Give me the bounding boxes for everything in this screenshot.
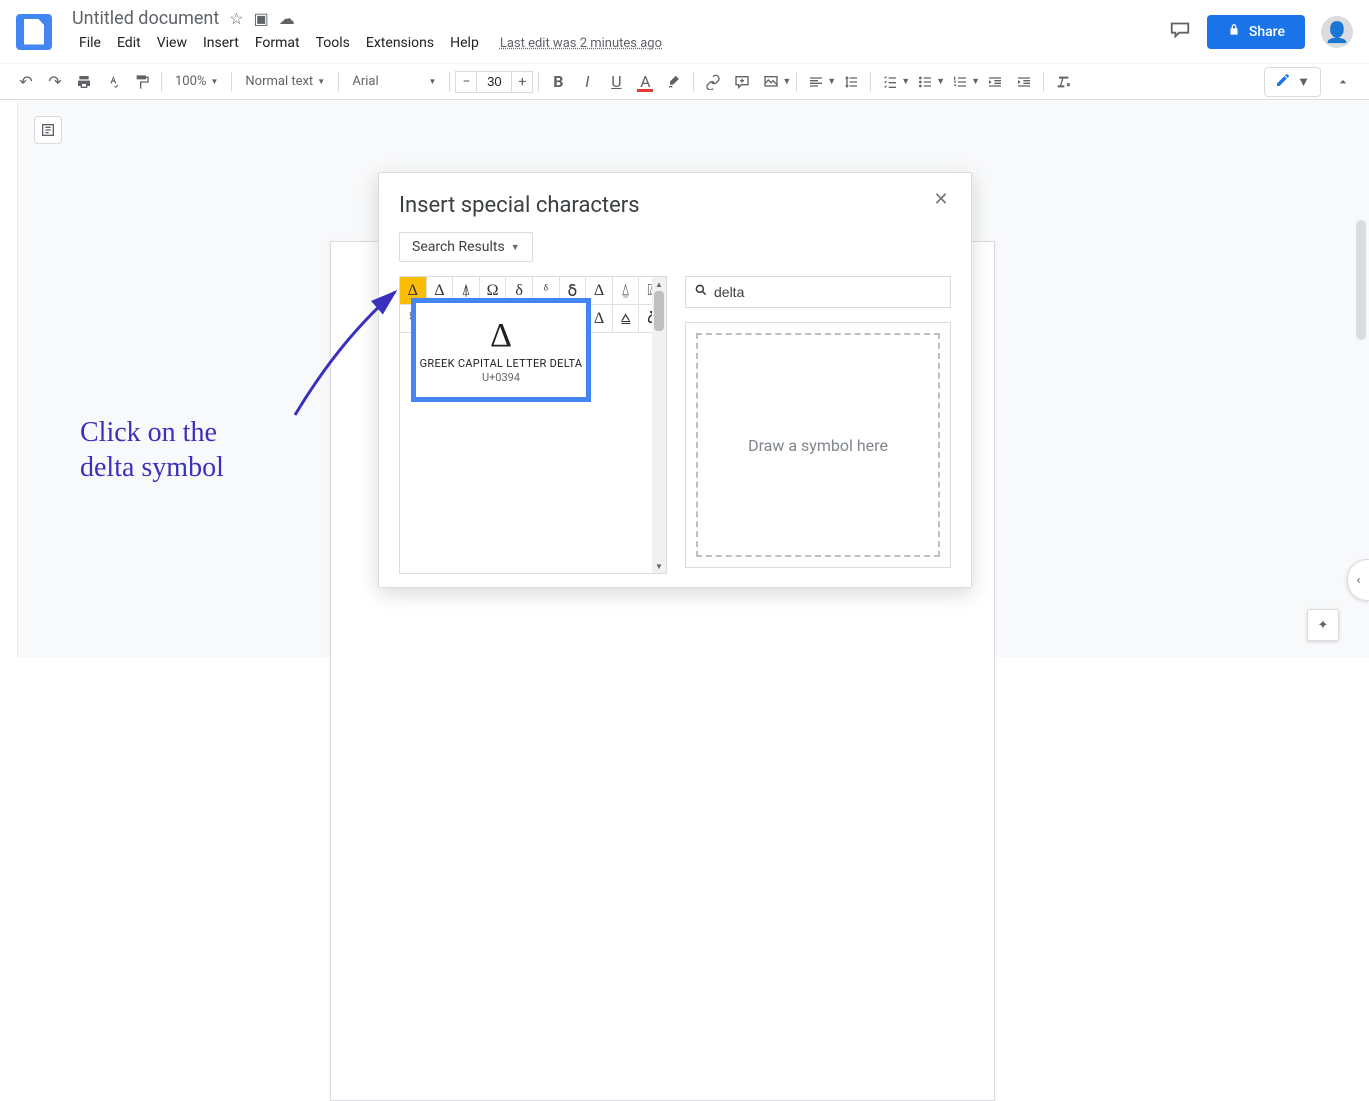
category-dropdown[interactable]: Search Results ▼ [399,232,533,262]
clear-formatting-button[interactable] [1049,68,1077,96]
indent-decrease-button[interactable] [981,68,1009,96]
zoom-dropdown[interactable]: 100%▼ [167,70,226,93]
annotation-line: delta symbol [80,450,224,485]
chevron-down-icon[interactable]: ▼ [827,76,836,87]
share-button[interactable]: Share [1207,15,1305,49]
font-dropdown[interactable]: Arial▼ [344,70,444,93]
insert-link-button[interactable] [699,68,727,96]
menu-format[interactable]: Format [248,31,307,55]
tooltip-code: U+0394 [482,371,520,384]
font-size-control: − + [455,71,533,93]
document-title[interactable]: Untitled document [72,8,219,29]
text-color-button[interactable]: A [631,68,659,96]
editing-mode-button[interactable]: ▼ [1264,67,1321,97]
character-tooltip: Δ GREEK CAPITAL LETTER DELTA U+0394 [411,298,591,402]
draw-area[interactable]: Draw a symbol here [696,333,940,557]
paragraph-style-value: Normal text [245,74,313,89]
explore-button[interactable]: ✦ [1307,609,1339,641]
character-search-box [685,276,951,308]
insert-image-button[interactable] [757,68,785,96]
collapse-toolbar-button[interactable] [1329,68,1357,96]
italic-button[interactable]: I [573,68,601,96]
menu-tools[interactable]: Tools [309,31,357,55]
character-grid-scrollbar[interactable]: ▲ ▼ [652,277,666,573]
line-spacing-button[interactable] [837,68,865,96]
align-button[interactable] [802,68,830,96]
share-label: Share [1249,24,1285,40]
spellcheck-button[interactable] [99,68,127,96]
font-size-decrease[interactable]: − [455,71,477,93]
numbered-list-button[interactable] [946,68,974,96]
zoom-value: 100% [175,74,206,89]
menu-edit[interactable]: Edit [110,31,148,55]
dialog-title: Insert special characters [399,193,951,218]
lock-icon [1227,23,1241,41]
menu-file[interactable]: File [72,31,108,55]
character-search-input[interactable] [714,284,942,300]
scroll-up-icon[interactable]: ▲ [652,277,666,291]
vertical-ruler [0,101,18,657]
add-comment-button[interactable] [728,68,756,96]
menu-help[interactable]: Help [443,31,486,55]
category-value: Search Results [412,239,505,255]
annotation-line: Click on the [80,415,224,450]
bold-button[interactable]: B [544,68,572,96]
font-size-input[interactable] [477,71,511,93]
menu-insert[interactable]: Insert [196,31,246,55]
indent-increase-button[interactable] [1010,68,1038,96]
tooltip-glyph: Δ [490,317,512,355]
account-avatar[interactable]: 👤 [1321,16,1353,48]
font-value: Arial [352,74,378,89]
bulleted-list-button[interactable] [911,68,939,96]
chevron-down-icon[interactable]: ▼ [936,76,945,87]
docs-app-icon[interactable] [16,14,52,50]
last-edit-link[interactable]: Last edit was 2 minutes ago [500,36,662,51]
chevron-down-icon[interactable]: ▼ [901,76,910,87]
comments-icon[interactable] [1169,18,1191,45]
highlight-button[interactable] [660,68,688,96]
paragraph-style-dropdown[interactable]: Normal text▼ [237,70,333,93]
redo-button[interactable]: ↷ [41,68,69,96]
draw-hint-label: Draw a symbol here [748,436,888,455]
app-header: Untitled document ☆ ▣ ☁ File Edit View I… [0,0,1369,64]
tooltip-name: GREEK CAPITAL LETTER DELTA [420,357,583,370]
close-icon[interactable]: ✕ [931,189,951,209]
scroll-down-icon[interactable]: ▼ [652,559,666,573]
move-icon[interactable]: ▣ [254,9,269,28]
draw-symbol-panel: Draw a symbol here [685,322,951,568]
toolbar: ↶ ↷ 100%▼ Normal text▼ Arial▼ − + B I U … [0,64,1369,100]
font-size-increase[interactable]: + [511,71,533,93]
underline-button[interactable]: U [602,68,630,96]
menu-extensions[interactable]: Extensions [359,31,441,55]
undo-button[interactable]: ↶ [12,68,40,96]
pencil-icon [1275,72,1291,92]
star-icon[interactable]: ☆ [229,9,243,28]
search-icon [694,283,708,301]
annotation-arrow [280,280,420,430]
print-button[interactable] [70,68,98,96]
chevron-down-icon[interactable]: ▼ [782,76,791,87]
char-cell[interactable]: ⩠ [613,305,640,333]
cloud-status-icon[interactable]: ☁ [279,9,295,28]
chevron-down-icon[interactable]: ▼ [971,76,980,87]
annotation-text: Click on the delta symbol [80,415,224,485]
menu-view[interactable]: View [150,31,194,55]
checklist-button[interactable] [876,68,904,96]
menu-bar: File Edit View Insert Format Tools Exten… [72,31,662,55]
char-cell[interactable]: ⍙ [613,277,640,305]
paint-format-button[interactable] [128,68,156,96]
document-outline-button[interactable] [34,116,62,144]
